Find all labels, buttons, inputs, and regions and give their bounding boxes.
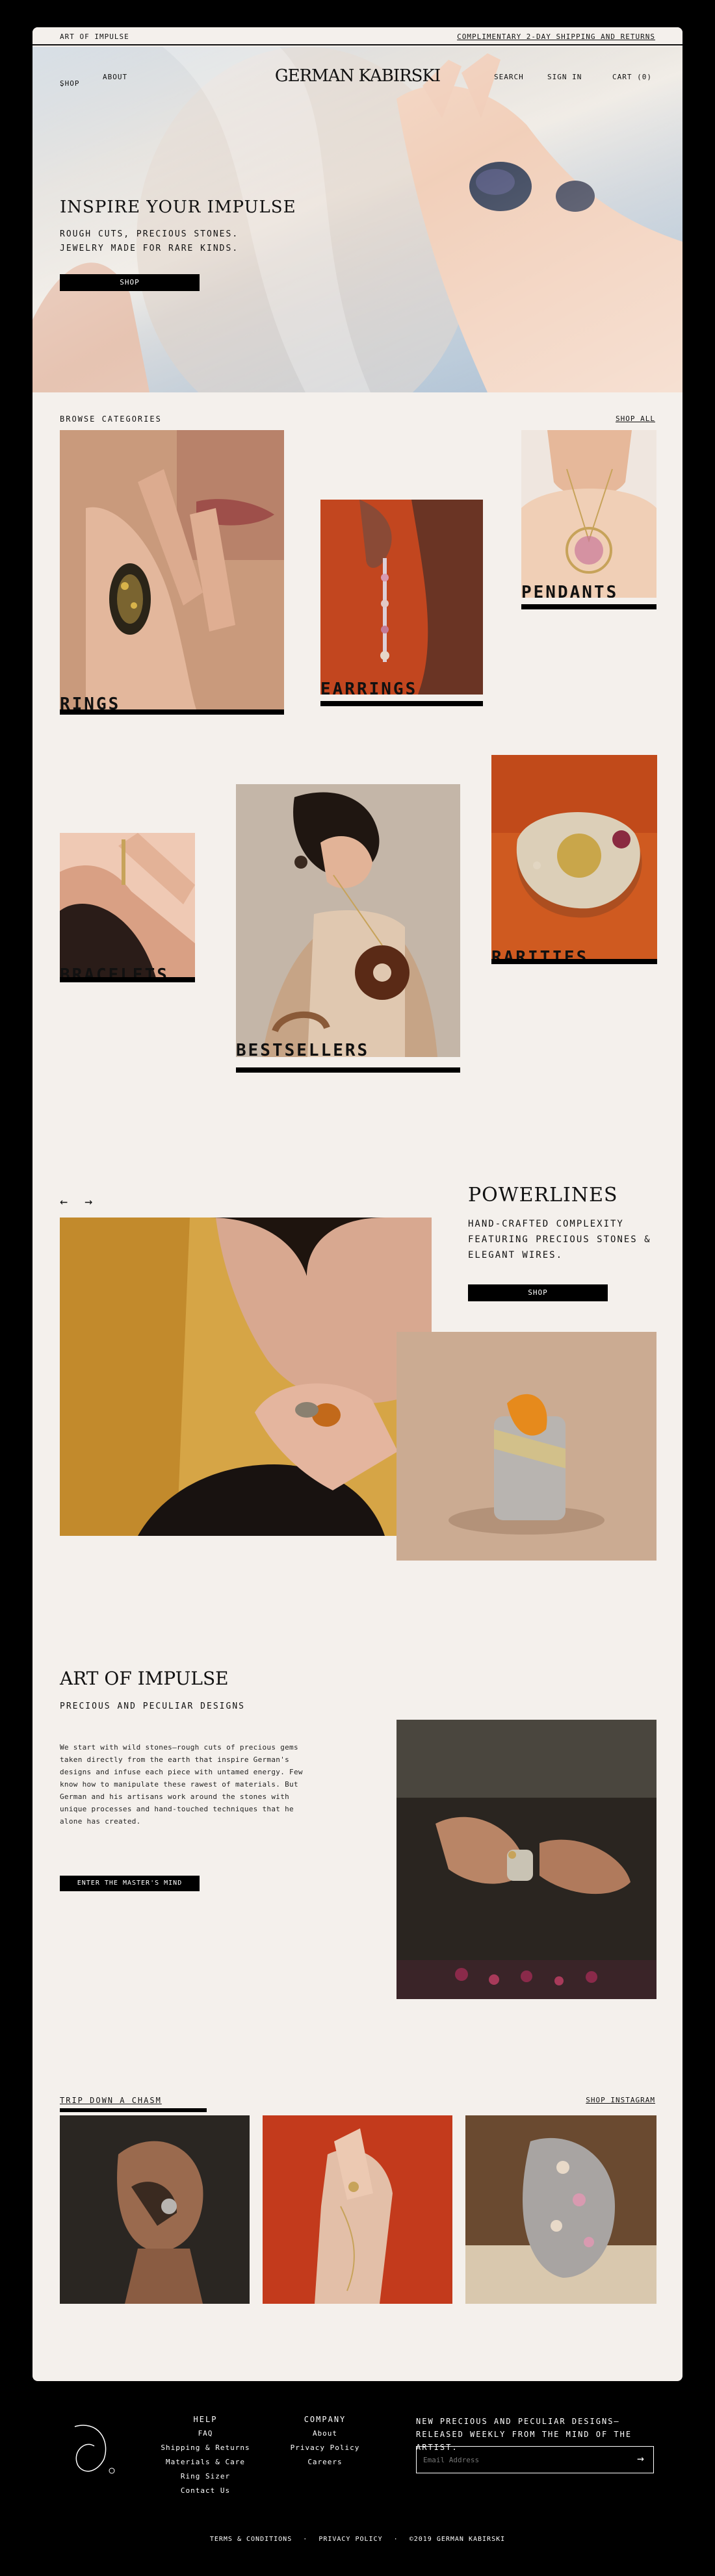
pendants-underline (521, 604, 656, 609)
enter-masters-mind-button[interactable]: ENTER THE MASTER'S MIND (60, 1876, 200, 1891)
footer-link[interactable]: About (273, 2427, 377, 2441)
powerlines-shop-button[interactable]: SHOP (468, 1284, 608, 1301)
instagram-post-3[interactable] (465, 2115, 656, 2304)
legal-separator: · (303, 2536, 308, 2543)
art-subtitle: PRECIOUS AND PECULIAR DESIGNS (60, 1702, 245, 1711)
site-footer: HELP FAQ Shipping & Returns Materials & … (0, 2381, 715, 2576)
earrings-underline (320, 701, 483, 706)
carousel-controls: ← → (60, 1193, 92, 1209)
pendants-image (521, 430, 656, 598)
art-title: ART OF IMPULSE (60, 1668, 229, 1689)
footer-link[interactable]: Shipping & Returns (153, 2441, 257, 2455)
brand-logo[interactable]: GERMAN KABIRSKI (32, 66, 682, 86)
rarities-image (491, 755, 657, 963)
email-field[interactable] (423, 2453, 612, 2466)
terms-link[interactable]: TERMS & CONDITIONS (210, 2536, 292, 2543)
footer-link[interactable]: FAQ (153, 2427, 257, 2441)
powerlines-title: POWERLINES (468, 1184, 618, 1206)
instagram-post-2[interactable] (263, 2115, 452, 2304)
bracelets-underline (60, 977, 195, 982)
footer-company-list: About Privacy Policy Careers (273, 2427, 377, 2469)
powerlines-model-image (60, 1218, 432, 1536)
instagram-post-1[interactable] (60, 2115, 250, 2304)
newsletter-form: → (416, 2446, 654, 2473)
earrings-label: EARRINGS (320, 680, 418, 695)
hero-shop-button[interactable]: SHOP (60, 274, 200, 291)
bestsellers-label: BESTSELLERS (236, 1041, 370, 1057)
arrow-right-icon[interactable]: → (84, 1193, 92, 1209)
footer-link[interactable]: Materials & Care (153, 2455, 257, 2469)
category-earrings[interactable]: EARRINGS (320, 500, 483, 695)
categories-heading: BROWSE CATEGORIES (60, 414, 162, 424)
bracelets-image (60, 833, 195, 982)
shop-all-link[interactable]: SHOP ALL (616, 414, 655, 423)
instagram-heading-underline (60, 2108, 207, 2112)
announcement-left: ART OF IMPULSE (60, 32, 129, 41)
main-nav: SHOP ⌄ ABOUT GERMAN KABIRSKI SEARCH SIGN… (32, 66, 682, 92)
hero-section (32, 47, 682, 392)
category-rarities[interactable]: RARITIES (491, 755, 657, 963)
announcement-bar: ART OF IMPULSE COMPLIMENTARY 2-DAY SHIPP… (32, 27, 682, 45)
bestsellers-underline (236, 1067, 460, 1073)
hero-image (32, 47, 682, 392)
category-bestsellers[interactable]: BESTSELLERS (236, 784, 460, 1057)
art-body: We start with wild stones—rough cuts of … (60, 1743, 303, 1826)
legal-separator: · (393, 2536, 398, 2543)
arrow-left-icon[interactable]: ← (60, 1193, 68, 1209)
shop-instagram-link[interactable]: SHOP INSTAGRAM (586, 2096, 655, 2104)
footer-help-list: FAQ Shipping & Returns Materials & Care … (153, 2427, 257, 2498)
instagram-heading: TRIP DOWN A CHASM (60, 2096, 162, 2105)
pendants-label: PENDANTS (521, 583, 619, 598)
powerlines-text: HAND-CRAFTED COMPLEXITY FEATURING PRECIO… (468, 1219, 651, 1260)
shipping-link[interactable]: COMPLIMENTARY 2-DAY SHIPPING AND RETURNS (457, 32, 655, 41)
footer-link[interactable]: Careers (273, 2455, 377, 2469)
powerlines-product-image (396, 1332, 656, 1561)
earrings-image (320, 500, 483, 695)
legal-bar: TERMS & CONDITIONS · PRIVACY POLICY · ©2… (0, 2536, 715, 2543)
rarities-underline (491, 959, 657, 964)
nav-sign-in[interactable]: SIGN IN (547, 73, 582, 81)
submit-arrow-icon[interactable]: → (637, 2452, 644, 2466)
rings-image (60, 430, 284, 709)
footer-company-title: COMPANY (304, 2415, 346, 2424)
footer-link[interactable]: Contact Us (153, 2484, 257, 2498)
category-rings[interactable]: RINGS (60, 430, 284, 709)
nav-search[interactable]: SEARCH (494, 73, 524, 81)
rings-underline (60, 709, 284, 715)
footer-help-title: HELP (193, 2415, 218, 2424)
page-frame: ART OF IMPULSE COMPLIMENTARY 2-DAY SHIPP… (32, 27, 682, 2381)
nav-cart[interactable]: CART (0) (612, 73, 652, 81)
brand-mark-icon[interactable] (58, 2414, 124, 2479)
footer-link[interactable]: Privacy Policy (273, 2441, 377, 2455)
hero-subtitle: ROUGH CUTS, PRECIOUS STONES. JEWELRY MAD… (60, 229, 239, 253)
hero-title: INSPIRE YOUR IMPULSE (60, 198, 296, 217)
category-pendants[interactable]: PENDANTS (521, 430, 656, 598)
footer-link[interactable]: Ring Sizer (153, 2469, 257, 2484)
category-bracelets[interactable]: BRACELETS (60, 833, 195, 982)
privacy-link[interactable]: PRIVACY POLICY (318, 2536, 382, 2543)
bestsellers-image (236, 784, 460, 1057)
copyright: ©2019 GERMAN KABIRSKI (409, 2536, 506, 2543)
artisan-image (396, 1720, 656, 1999)
rings-label: RINGS (60, 695, 121, 709)
